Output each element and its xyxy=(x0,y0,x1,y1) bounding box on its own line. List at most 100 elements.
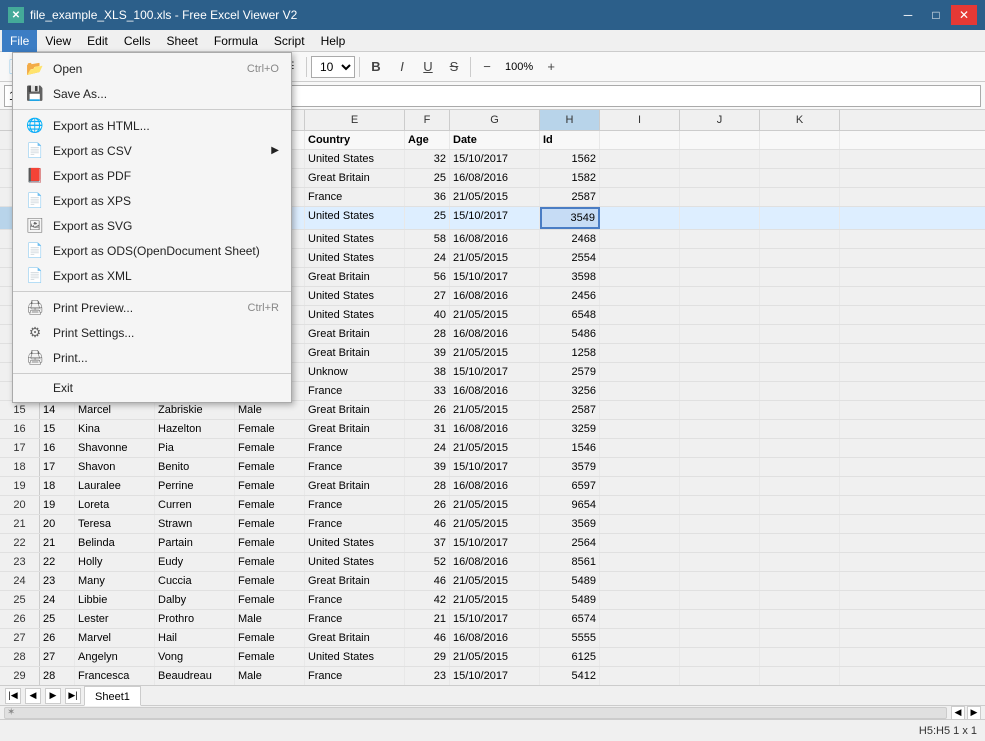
zoom-out-button[interactable]: − xyxy=(475,55,499,79)
cell[interactable] xyxy=(600,363,680,381)
cell[interactable]: Libbie xyxy=(75,591,155,609)
cell[interactable] xyxy=(680,553,760,571)
cell[interactable]: Unknow xyxy=(305,363,405,381)
cell[interactable]: 15/10/2017 xyxy=(450,667,540,685)
cell[interactable]: Loreta xyxy=(75,496,155,514)
cell[interactable]: 15/10/2017 xyxy=(450,534,540,552)
cell[interactable]: 24 xyxy=(405,249,450,267)
menu-open[interactable]: 📂 Open Ctrl+O xyxy=(13,56,291,81)
cell[interactable] xyxy=(680,230,760,248)
cell[interactable]: Female xyxy=(235,648,305,666)
cell[interactable]: 21/05/2015 xyxy=(450,249,540,267)
cell[interactable]: 6125 xyxy=(540,648,600,666)
underline-button[interactable]: U xyxy=(416,55,440,79)
cell[interactable]: 6597 xyxy=(540,477,600,495)
menu-print-settings[interactable]: ⚙ Print Settings... xyxy=(13,320,291,345)
cell[interactable] xyxy=(760,249,840,267)
cell[interactable]: United States xyxy=(305,207,405,229)
cell[interactable]: 39 xyxy=(405,344,450,362)
cell[interactable]: Benito xyxy=(155,458,235,476)
cell[interactable]: United States xyxy=(305,534,405,552)
cell[interactable] xyxy=(760,477,840,495)
cell[interactable]: 33 xyxy=(405,382,450,400)
cell[interactable]: 56 xyxy=(405,268,450,286)
cell[interactable]: 16/08/2016 xyxy=(450,325,540,343)
cell[interactable]: 20 xyxy=(40,515,75,533)
cell[interactable] xyxy=(600,667,680,685)
font-size-combo[interactable]: 10 xyxy=(311,56,355,78)
cell[interactable]: Marvel xyxy=(75,629,155,647)
cell[interactable]: France xyxy=(305,667,405,685)
cell[interactable]: 9654 xyxy=(540,496,600,514)
cell[interactable]: France xyxy=(305,188,405,206)
cell[interactable]: 21/05/2015 xyxy=(450,591,540,609)
cell[interactable]: Female xyxy=(235,458,305,476)
col-header-g[interactable]: G xyxy=(450,110,540,130)
cell[interactable]: Lauralee xyxy=(75,477,155,495)
cell[interactable]: 1562 xyxy=(540,150,600,168)
menu-script[interactable]: Script xyxy=(266,30,313,52)
cell[interactable]: France xyxy=(305,439,405,457)
cell[interactable] xyxy=(760,553,840,571)
cell[interactable]: 29 xyxy=(405,648,450,666)
cell[interactable]: 24 xyxy=(40,591,75,609)
cell[interactable] xyxy=(760,188,840,206)
cell[interactable] xyxy=(600,496,680,514)
cell[interactable]: 5489 xyxy=(540,591,600,609)
cell[interactable]: 40 xyxy=(405,306,450,324)
minimize-button[interactable]: ─ xyxy=(895,5,921,25)
cell[interactable]: 21/05/2015 xyxy=(450,188,540,206)
cell[interactable] xyxy=(680,648,760,666)
cell[interactable]: United States xyxy=(305,249,405,267)
cell[interactable]: 26 xyxy=(405,401,450,419)
cell[interactable]: 15/10/2017 xyxy=(450,610,540,628)
cell[interactable]: 8561 xyxy=(540,553,600,571)
menu-formula[interactable]: Formula xyxy=(206,30,266,52)
cell[interactable]: 3598 xyxy=(540,268,600,286)
cell[interactable]: Great Britain xyxy=(305,325,405,343)
cell[interactable]: 42 xyxy=(405,591,450,609)
cell[interactable] xyxy=(760,325,840,343)
cell-g1[interactable]: Date xyxy=(450,131,540,149)
cell[interactable]: 3256 xyxy=(540,382,600,400)
cell[interactable]: 15/10/2017 xyxy=(450,458,540,476)
cell-e1[interactable]: Country xyxy=(305,131,405,149)
cell[interactable]: 2564 xyxy=(540,534,600,552)
strikethrough-button[interactable]: S xyxy=(442,55,466,79)
cell[interactable]: Belinda xyxy=(75,534,155,552)
cell[interactable] xyxy=(600,150,680,168)
cell[interactable] xyxy=(760,629,840,647)
cell-h1[interactable]: Id xyxy=(540,131,600,149)
cell[interactable]: 18 xyxy=(40,477,75,495)
cell[interactable]: 23 xyxy=(40,572,75,590)
sheet-nav-last[interactable]: ▶| xyxy=(65,688,81,704)
cell[interactable]: Teresa xyxy=(75,515,155,533)
cell[interactable]: 16/08/2016 xyxy=(450,287,540,305)
cell[interactable]: 28 xyxy=(405,325,450,343)
cell[interactable]: Shavon xyxy=(75,458,155,476)
cell[interactable]: Great Britain xyxy=(305,169,405,187)
sheet-tab-1[interactable]: Sheet1 xyxy=(84,686,141,706)
cell[interactable]: 15/10/2017 xyxy=(450,150,540,168)
cell[interactable]: 39 xyxy=(405,458,450,476)
cell[interactable]: 46 xyxy=(405,515,450,533)
cell[interactable]: 28 xyxy=(40,667,75,685)
cell[interactable] xyxy=(600,207,680,229)
cell[interactable]: 21/05/2015 xyxy=(450,496,540,514)
cell[interactable]: Female xyxy=(235,591,305,609)
cell[interactable]: United States xyxy=(305,306,405,324)
sheet-nav-next[interactable]: ▶ xyxy=(45,688,61,704)
cell[interactable] xyxy=(680,306,760,324)
cell[interactable] xyxy=(760,169,840,187)
cell[interactable] xyxy=(680,150,760,168)
cell[interactable]: 25 xyxy=(405,207,450,229)
cell[interactable]: 3569 xyxy=(540,515,600,533)
cell[interactable]: 21 xyxy=(405,610,450,628)
cell[interactable]: United States xyxy=(305,287,405,305)
cell[interactable]: 15/10/2017 xyxy=(450,207,540,229)
cell[interactable] xyxy=(760,572,840,590)
cell[interactable]: France xyxy=(305,610,405,628)
cell[interactable] xyxy=(600,382,680,400)
cell[interactable]: 6574 xyxy=(540,610,600,628)
cell[interactable] xyxy=(600,420,680,438)
